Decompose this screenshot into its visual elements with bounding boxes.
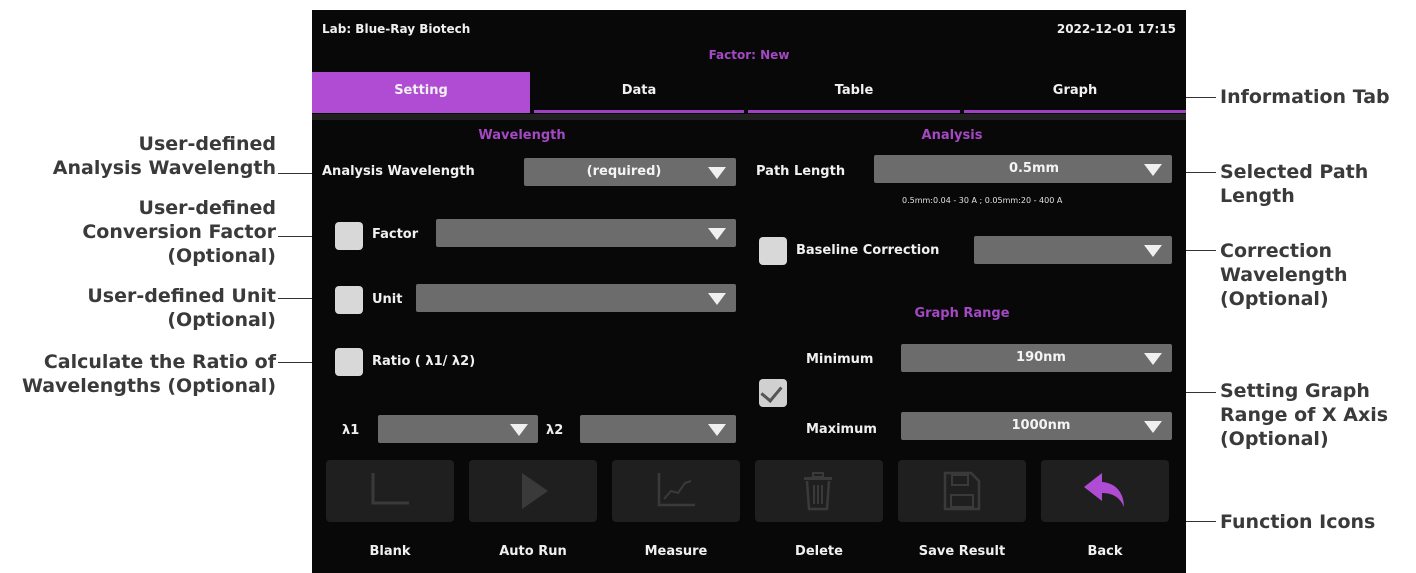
wavelength-section-title: Wavelength — [478, 128, 566, 143]
lambda1-dropdown[interactable] — [378, 415, 538, 443]
lab-name: Lab: Blue-Ray Biotech — [322, 22, 471, 36]
ratio-checkbox[interactable] — [335, 348, 363, 376]
datetime: 2022-12-01 17:15 — [1056, 22, 1176, 36]
analysis-section-title: Analysis — [921, 128, 983, 143]
ratio-label: Ratio ( λ1/ λ2) — [372, 354, 476, 369]
minimum-dropdown[interactable]: 190nm — [901, 344, 1172, 372]
annotation-ratio: Calculate the Ratio of Wavelengths (Opti… — [21, 351, 276, 397]
path-length-value: 0.5mm — [1008, 161, 1060, 176]
unit-dropdown[interactable] — [416, 284, 736, 312]
tab-setting[interactable]: Setting — [312, 72, 530, 113]
tab-table[interactable]: Table — [748, 72, 960, 113]
unit-checkbox[interactable] — [335, 286, 363, 314]
correction-wavelength-dropdown[interactable] — [974, 236, 1172, 264]
back-button[interactable] — [1041, 460, 1169, 522]
maximum-dropdown[interactable]: 1000nm — [901, 412, 1172, 440]
play-icon — [522, 473, 548, 509]
annotation-information-tab: Information Tab — [1220, 86, 1390, 108]
annotation-correction-wavelength: Correction Wavelength (Optional) — [1220, 240, 1348, 310]
factor-dropdown[interactable] — [436, 219, 736, 247]
factor-label: Factor — [372, 227, 419, 242]
factor-title: Factor: New — [708, 48, 790, 62]
back-label: Back — [1087, 544, 1123, 559]
chevron-down-icon — [1144, 421, 1162, 433]
instrument-screen: Lab: Blue-Ray Biotech 2022-12-01 17:15 F… — [312, 10, 1186, 573]
path-length-hint: 0.5mm:0.04 - 30 A ; 0.05mm:20 - 400 A — [902, 196, 1063, 205]
annotation-graph-range: Setting Graph Range of X Axis (Optional) — [1220, 380, 1389, 450]
measure-button[interactable] — [612, 460, 740, 522]
measure-label: Measure — [644, 544, 708, 559]
save-icon — [943, 471, 981, 511]
blank-icon — [371, 473, 409, 505]
chevron-down-icon — [1144, 353, 1162, 365]
annotation-conversion-factor: User-defined Conversion Factor (Optional… — [82, 197, 276, 267]
annotation-user-unit: User-defined Unit (Optional) — [87, 285, 276, 331]
maximum-label: Maximum — [806, 422, 877, 437]
analysis-wavelength-value: (required) — [586, 164, 662, 179]
blank-label: Blank — [369, 544, 411, 559]
chevron-down-icon — [708, 424, 726, 436]
lambda2-label: λ2 — [546, 423, 564, 438]
back-arrow-icon — [1084, 473, 1124, 507]
analysis-wavelength-dropdown[interactable]: (required) — [524, 158, 736, 186]
unit-label: Unit — [372, 292, 403, 307]
chevron-down-icon — [708, 167, 726, 179]
factor-checkbox[interactable] — [335, 222, 363, 250]
annotation-path-length: Selected Path Length — [1220, 161, 1369, 207]
tab-bar: Setting Data Table Graph — [312, 72, 1186, 114]
annotation-analysis-wavelength: User-defined Analysis Wavelength — [52, 133, 276, 179]
lambda1-label: λ1 — [342, 423, 360, 438]
baseline-correction-label: Baseline Correction — [796, 243, 940, 258]
trash-icon — [804, 472, 832, 511]
chevron-down-icon — [1144, 245, 1162, 257]
graph-range-title: Graph Range — [914, 306, 1010, 321]
chevron-down-icon — [510, 424, 528, 436]
tab-graph[interactable]: Graph — [964, 72, 1186, 113]
minimum-value: 190nm — [1016, 350, 1066, 365]
baseline-correction-checkbox[interactable] — [759, 237, 787, 265]
maximum-value: 1000nm — [1011, 418, 1071, 433]
path-length-label: Path Length — [756, 164, 846, 179]
measure-chart-icon — [657, 473, 695, 507]
chevron-down-icon — [1144, 164, 1162, 176]
chevron-down-icon — [708, 293, 726, 305]
delete-button[interactable] — [755, 460, 883, 522]
auto-run-button[interactable] — [469, 460, 597, 522]
analysis-wavelength-label: Analysis Wavelength — [322, 164, 475, 179]
save-result-button[interactable] — [898, 460, 1026, 522]
delete-label: Delete — [795, 544, 843, 559]
tab-divider — [312, 114, 1186, 120]
graph-range-checkbox[interactable] — [759, 379, 787, 407]
lambda2-dropdown[interactable] — [580, 415, 736, 443]
minimum-label: Minimum — [806, 352, 874, 367]
blank-button[interactable] — [326, 460, 454, 522]
annotation-function-icons: Function Icons — [1220, 511, 1376, 533]
chevron-down-icon — [708, 228, 726, 240]
save-result-label: Save Result — [918, 544, 1006, 559]
auto-run-label: Auto Run — [499, 544, 567, 559]
path-length-dropdown[interactable]: 0.5mm — [874, 155, 1172, 183]
tab-data[interactable]: Data — [534, 72, 744, 113]
checkmark-icon — [760, 380, 783, 403]
